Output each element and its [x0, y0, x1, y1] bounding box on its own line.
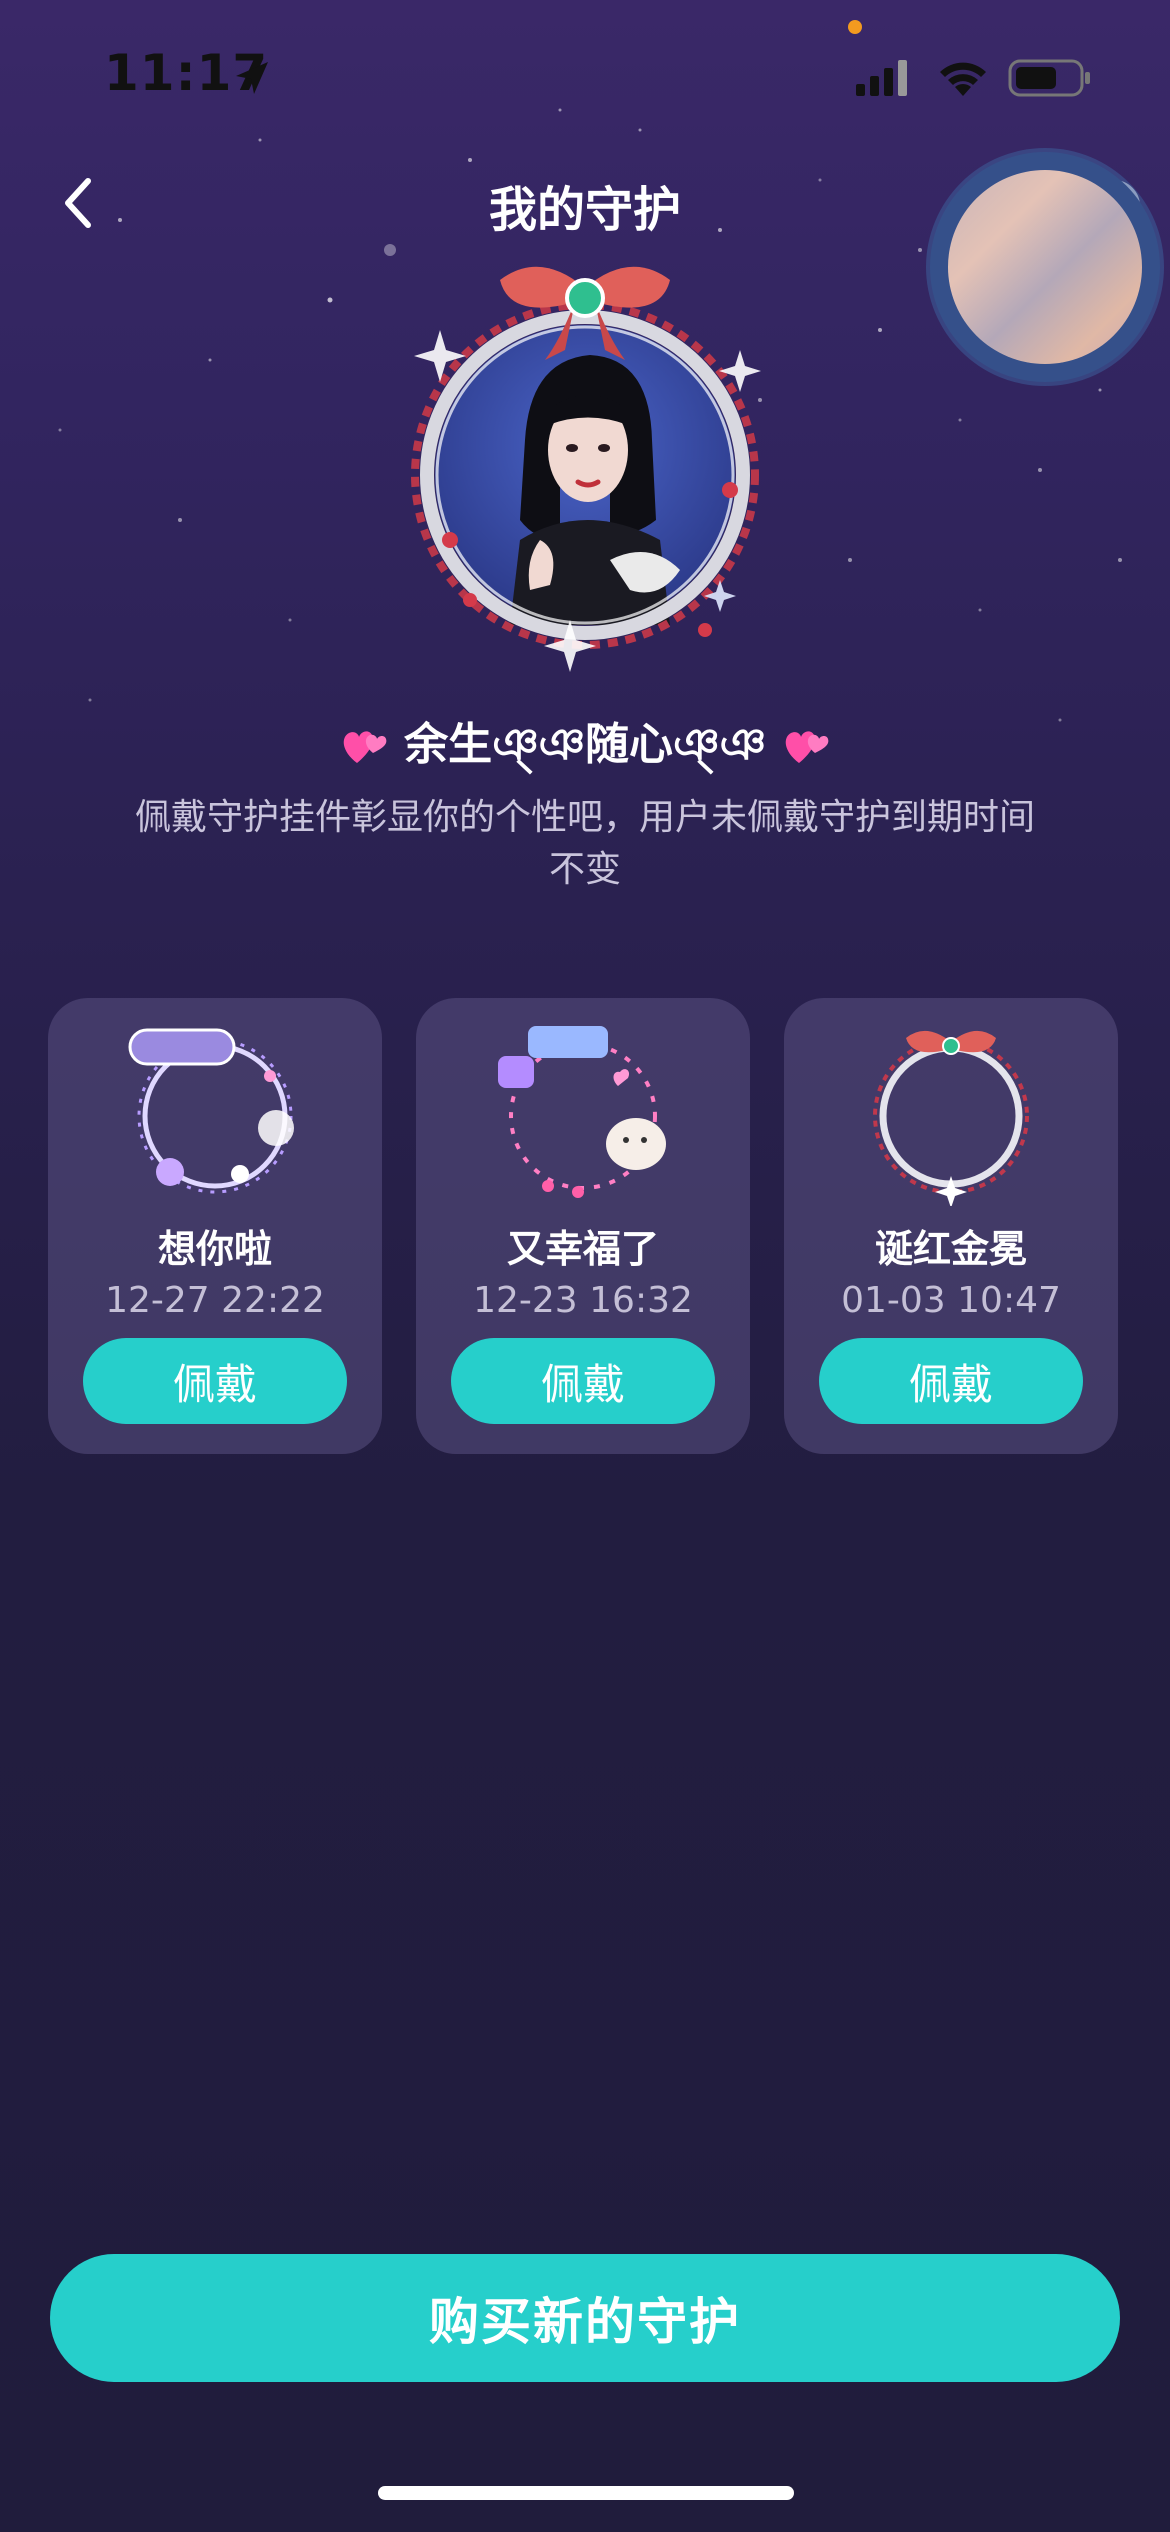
location-arrow-icon	[236, 62, 268, 94]
guard-expiry: 12-27 22:22	[105, 1280, 325, 1321]
guard-expiry: 12-23 16:32	[473, 1280, 693, 1321]
floating-avatar-bubble[interactable]	[930, 152, 1160, 382]
guard-card[interactable]: 又幸福了 12-23 16:32 佩戴	[416, 998, 750, 1454]
guard-name: 又幸福了	[506, 1227, 659, 1271]
guard-description: 佩戴守护挂件彰显你的个性吧，用户未佩戴守护到期时间不变	[134, 797, 1035, 890]
status-bar: 11:17	[0, 0, 1170, 150]
user-avatar-with-guard-frame	[411, 266, 761, 672]
guard-name: 想你啦	[157, 1227, 272, 1271]
user-nickname: 余生ঞ্ঞ随心ঞ্ঞ	[0, 708, 1170, 784]
guard-frame-thumbnail	[128, 1028, 294, 1194]
cellular-signal-icon	[856, 60, 907, 96]
home-indicator[interactable]	[378, 2486, 794, 2500]
wear-button[interactable]: 佩戴	[819, 1338, 1083, 1424]
floating-avatar-image	[948, 170, 1142, 364]
guard-frame-thumbnail	[873, 1030, 1029, 1206]
guard-card[interactable]: 想你啦 12-27 22:22 佩戴	[48, 998, 382, 1454]
wear-button[interactable]: 佩戴	[451, 1338, 715, 1424]
battery-icon	[1008, 59, 1090, 97]
guard-name: 诞红金冕	[874, 1227, 1027, 1271]
guard-frame-thumbnail	[498, 1026, 666, 1198]
wifi-icon	[940, 62, 986, 96]
guard-list: 想你啦 12-27 22:22 佩戴 又幸福了 12-23 16:32 佩戴 诞…	[48, 998, 1122, 1454]
twin-hearts-icon	[785, 731, 829, 763]
nickname-text: 余生ঞ্ঞ随心ঞ্ঞ	[404, 719, 766, 770]
twin-hearts-icon	[343, 731, 387, 763]
guard-card[interactable]: 诞红金冕 01-03 10:47 佩戴	[784, 998, 1118, 1454]
wear-button[interactable]: 佩戴	[83, 1338, 347, 1424]
guard-expiry: 01-03 10:47	[841, 1280, 1061, 1321]
buy-new-guard-button[interactable]: 购买新的守护	[50, 2254, 1120, 2382]
privacy-indicator-dot	[848, 20, 862, 34]
